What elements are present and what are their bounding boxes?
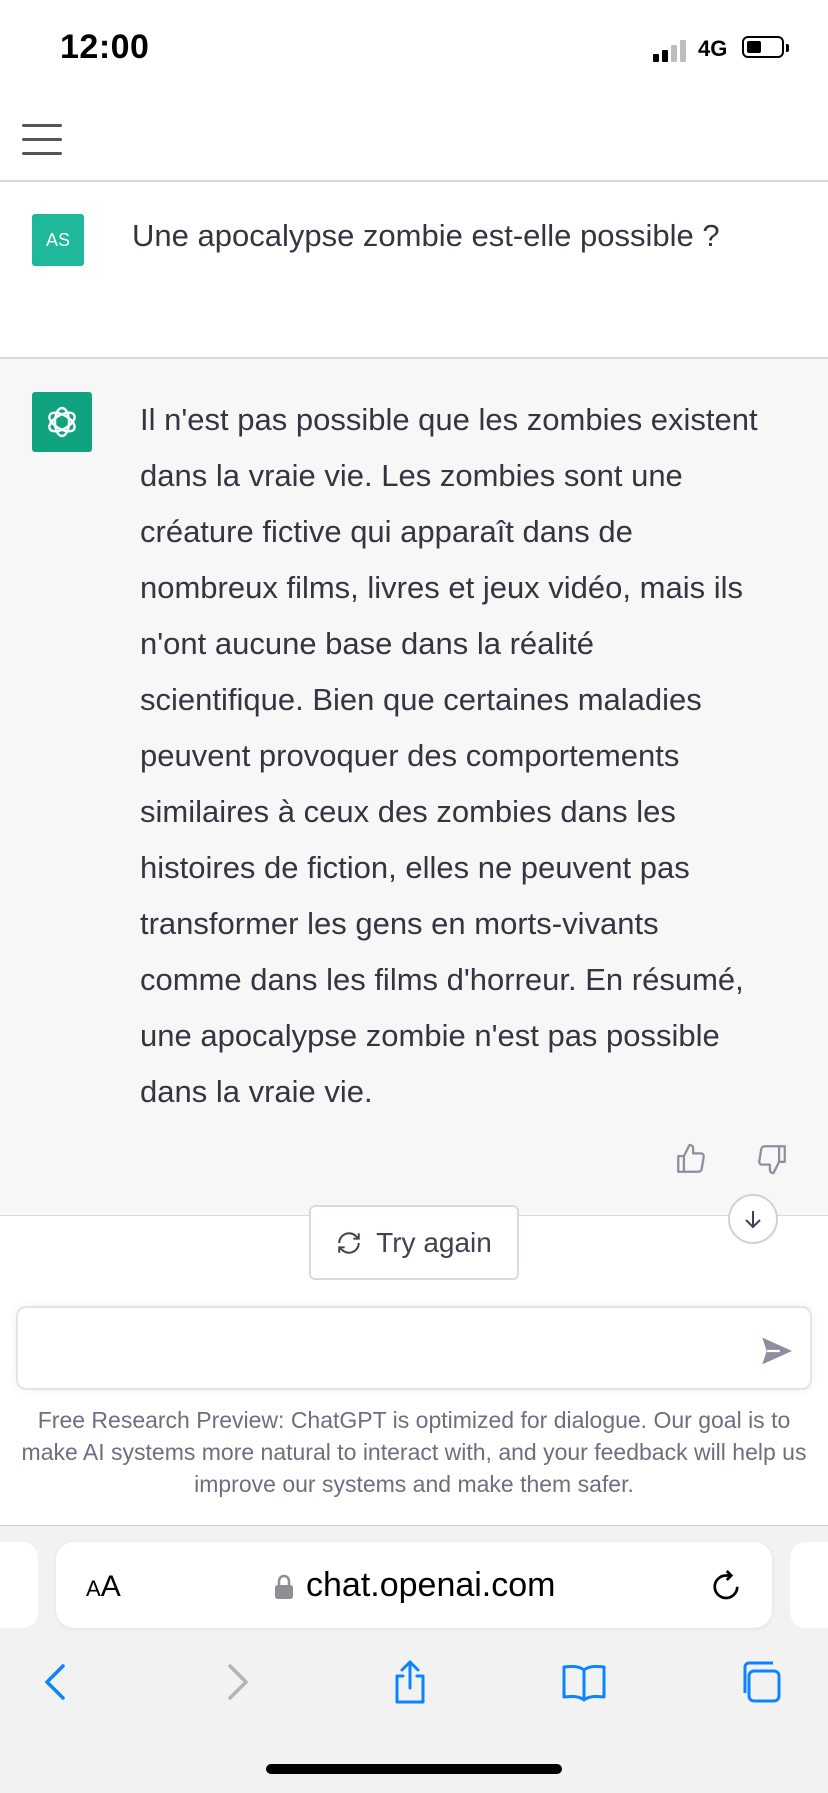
send-icon[interactable]: [760, 1334, 794, 1368]
message-composer[interactable]: [16, 1306, 812, 1390]
user-avatar: AS: [32, 214, 84, 266]
answer-line: créature fictive qui apparaît dans de: [140, 514, 633, 549]
answer-line: comme dans les films d'horreur. En résum…: [140, 962, 744, 997]
back-icon[interactable]: [33, 1658, 81, 1706]
battery-icon: [742, 36, 784, 58]
text-size-small: A: [86, 1576, 101, 1601]
arrow-down-icon: [745, 1211, 761, 1229]
battery-terminal: [786, 44, 789, 52]
header-divider: [0, 180, 828, 182]
message-divider: [0, 357, 828, 359]
disclaimer-text: Free Research Preview: ChatGPT is optimi…: [21, 1407, 807, 1497]
assistant-answer: Il n'est pas possible que les zombies ex…: [140, 392, 800, 1120]
openai-logo-icon: [32, 392, 92, 452]
try-again-label: Try again: [376, 1226, 492, 1258]
answer-line: dans la vraie vie. Les zombies sont une: [140, 458, 683, 493]
text-size-large: A: [100, 1570, 121, 1603]
answer-line: n'ont aucune base dans la réalité: [140, 626, 595, 661]
reload-icon[interactable]: [708, 1568, 744, 1604]
answer-line: une apocalypse zombie n'est pas possible: [140, 1018, 720, 1053]
text-size-button[interactable]: AA: [86, 1570, 121, 1604]
thumbs-down-icon[interactable]: [755, 1142, 789, 1176]
answer-line: scientifique. Bien que certaines maladie…: [140, 682, 702, 717]
refresh-icon: [338, 1231, 360, 1254]
try-again-button[interactable]: Try again: [309, 1205, 519, 1280]
answer-line: Il n'est pas possible que les zombies ex…: [140, 402, 758, 437]
previous-tab-preview[interactable]: [0, 1542, 38, 1628]
user-message: Une apocalypse zombie est-elle possible …: [132, 218, 720, 253]
answer-line: histoires de fiction, elles ne peuvent p…: [140, 850, 690, 885]
url-text[interactable]: chat.openai.com: [306, 1566, 556, 1605]
signal-strength-icon: [653, 40, 686, 62]
bookmarks-icon[interactable]: [560, 1658, 608, 1706]
answer-line: peuvent provoquer des comportements: [140, 738, 680, 773]
home-indicator[interactable]: [266, 1764, 562, 1774]
tabs-icon[interactable]: [736, 1658, 784, 1706]
message-input[interactable]: [38, 1326, 742, 1372]
status-time: 12:00: [60, 28, 150, 66]
next-tab-preview[interactable]: [790, 1542, 828, 1628]
hamburger-menu-icon[interactable]: [22, 124, 62, 156]
answer-line: similaires à ceux des zombies dans les: [140, 794, 676, 829]
answer-line: dans la vraie vie.: [140, 1074, 373, 1109]
network-type: 4G: [698, 36, 728, 61]
forward-icon[interactable]: [212, 1658, 260, 1706]
thumbs-up-icon[interactable]: [674, 1142, 708, 1176]
share-icon[interactable]: [386, 1658, 434, 1706]
answer-line: nombreux films, livres et jeux vidéo, ma…: [140, 570, 743, 605]
lock-icon: [275, 1574, 293, 1599]
answer-line: transformer les gens en morts-vivants: [140, 906, 659, 941]
scroll-down-button[interactable]: [728, 1194, 778, 1244]
